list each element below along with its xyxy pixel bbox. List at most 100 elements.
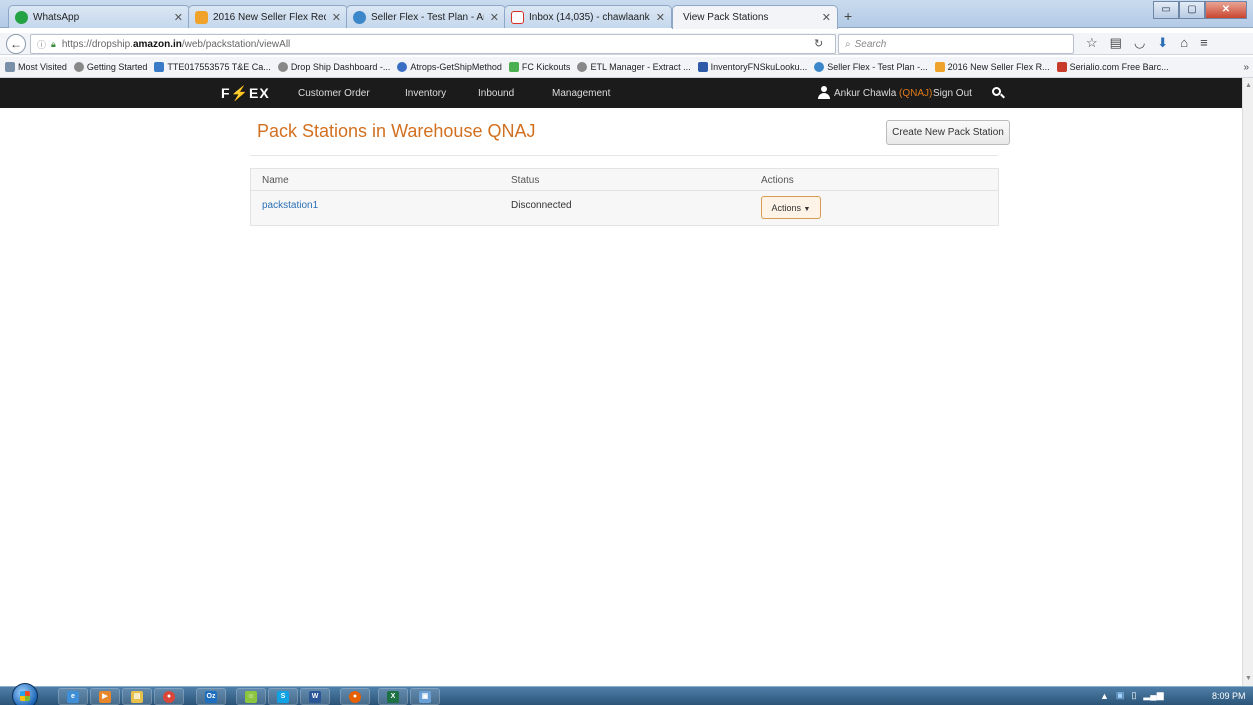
tab-inbox[interactable]: Inbox (14,035) - chawlaank... ✕ [504, 5, 672, 28]
browser-tabstrip: WhatsApp ✕ 2016 New Seller Flex Reque...… [0, 0, 1253, 29]
bookmark-star-icon[interactable]: ☆ [1086, 35, 1098, 51]
nav-inbound[interactable]: Inbound [478, 88, 514, 99]
tray-expand-icon[interactable]: ▲ [1100, 691, 1109, 701]
logo-text-left: F [221, 85, 231, 101]
scroll-up-icon[interactable]: ▲ [1245, 82, 1252, 89]
gmail-icon [511, 10, 524, 24]
download-icon[interactable]: ⬇ [1157, 35, 1168, 51]
globe-icon [577, 62, 588, 72]
tab-title: WhatsApp [33, 11, 80, 23]
nav-inventory[interactable]: Inventory [405, 88, 446, 99]
info-icon[interactable]: ⓘ [37, 38, 46, 51]
new-tab-button[interactable]: + [844, 8, 852, 24]
firefox-icon: ● [349, 690, 361, 703]
bookmark-2016-seller-flex[interactable]: 2016 New Seller Flex R... [934, 62, 1050, 72]
reading-list-icon[interactable]: ▤ [1110, 35, 1122, 51]
window-close-icon[interactable]: ✕ [1205, 1, 1247, 19]
taskbar-word[interactable]: W [300, 688, 330, 705]
close-icon[interactable]: ✕ [490, 11, 499, 24]
close-icon[interactable]: ✕ [822, 11, 831, 24]
bookmark-fc-kickouts[interactable]: FC Kickouts [508, 62, 570, 72]
bookmark-etl-manager[interactable]: ETL Manager - Extract ... [577, 62, 691, 72]
close-icon[interactable]: ✕ [656, 11, 665, 24]
close-icon[interactable]: ✕ [332, 11, 341, 24]
checkmark-icon [508, 62, 519, 72]
globe-icon [277, 62, 288, 72]
user-name[interactable]: Ankur Chawla (QNAJ) [834, 88, 932, 99]
column-header-status: Status [511, 175, 540, 186]
bookmark-label: ETL Manager - Extract ... [590, 62, 691, 72]
user-icon [818, 86, 830, 99]
page-title: Pack Stations in Warehouse QNAJ [257, 121, 536, 141]
bookmark-drop-ship-dashboard[interactable]: Drop Ship Dashboard -... [277, 62, 391, 72]
bookmark-label: Drop Ship Dashboard -... [290, 62, 391, 72]
sign-out-link[interactable]: Sign Out [933, 88, 972, 99]
tab-view-pack-stations[interactable]: View Pack Stations ✕ [672, 5, 838, 29]
lync-icon: ☺ [245, 690, 257, 703]
tray-outlook-icon[interactable]: ▣ [1116, 690, 1125, 701]
bookmark-inventory-fnsku[interactable]: InventoryFNSkuLooku... [697, 62, 807, 72]
excel-icon: X [387, 690, 399, 703]
network-signal-icon[interactable]: ▂▄▆ [1143, 690, 1163, 701]
back-icon[interactable]: ← [6, 34, 26, 54]
actions-dropdown-button[interactable]: Actions ▼ [761, 196, 821, 219]
nav-customer-order[interactable]: Customer Order [298, 88, 370, 99]
tab-test-plan[interactable]: Seller Flex - Test Plan - Am... ✕ [346, 5, 506, 28]
office-icon [934, 62, 945, 72]
tab-whatsapp[interactable]: WhatsApp ✕ [8, 5, 190, 28]
bookmarks-overflow-button[interactable]: » [1243, 62, 1249, 73]
tray-device-icon[interactable]: ▯ [1131, 690, 1136, 701]
bookmark-atrops[interactable]: Atrops-GetShipMethod [397, 62, 502, 72]
start-button[interactable] [12, 683, 38, 705]
home-icon[interactable]: ⌂ [1180, 35, 1188, 51]
scroll-down-icon[interactable]: ▼ [1245, 675, 1252, 682]
tab-seller-flex-request[interactable]: 2016 New Seller Flex Reque... ✕ [188, 5, 348, 28]
os-taskbar: e ▶ ▤ ● Oz ☺ S W ● X ▣ ▲ ▣ ▯ ▂▄▆ 8:09 PM [0, 683, 1253, 705]
menu-icon[interactable]: ≡ [1200, 35, 1208, 51]
page-scrollbar[interactable]: ▲ ▼ [1242, 78, 1253, 686]
ie-icon: e [67, 690, 79, 703]
search-icon: ⌕ [845, 38, 851, 50]
bookmark-label: Most Visited [18, 62, 67, 72]
title-divider [250, 155, 998, 156]
bookmark-tte[interactable]: TTE017553575 T&E Ca... [154, 62, 271, 72]
search-placeholder: Search [854, 38, 887, 50]
bookmark-seller-flex-test-plan[interactable]: Seller Flex - Test Plan -... [814, 62, 928, 72]
skype-icon: S [277, 690, 289, 703]
chrome-icon: ● [163, 690, 175, 703]
close-icon[interactable]: ✕ [174, 11, 183, 24]
bookmark-most-visited[interactable]: Most Visited [5, 62, 67, 72]
taskbar-lync[interactable]: ☺ [236, 688, 266, 705]
taskbar-media[interactable]: ▶ [90, 688, 120, 705]
browser-search-input[interactable]: ⌕ Search [838, 34, 1074, 54]
taskbar-remote[interactable]: ▣ [410, 688, 440, 705]
bookmark-label: Getting Started [86, 62, 148, 72]
app-logo[interactable]: F⚡EX [221, 85, 270, 102]
taskbar-ie[interactable]: e [58, 688, 88, 705]
minimize-icon[interactable]: ▭ [1153, 1, 1179, 19]
bookmark-getting-started[interactable]: Getting Started [73, 62, 148, 72]
taskbar-outlook[interactable]: Oz [196, 688, 226, 705]
create-pack-station-button[interactable]: Create New Pack Station [886, 120, 1010, 145]
word-icon: W [309, 690, 321, 703]
taskbar-clock[interactable]: 8:09 PM [1212, 691, 1246, 701]
media-icon: ▶ [99, 690, 111, 703]
window-controls: ▭ ▢ ✕ [1153, 1, 1247, 19]
nav-management[interactable]: Management [552, 88, 610, 99]
reload-icon[interactable]: ↻ [814, 37, 823, 50]
pocket-icon[interactable]: ◡ [1134, 35, 1145, 51]
taskbar-firefox[interactable]: ● [340, 688, 370, 705]
system-tray: ▲ ▣ ▯ ▂▄▆ [1100, 690, 1164, 701]
search-icon[interactable] [991, 86, 1005, 100]
bookmarks-bar: Most Visited Getting Started TTE01755357… [0, 57, 1253, 78]
pack-station-name-link[interactable]: packstation1 [262, 200, 318, 211]
globe-icon [73, 62, 84, 72]
bookmark-serialio[interactable]: Serialio.com Free Barc... [1056, 62, 1169, 72]
table-header: Name Status Actions [251, 169, 998, 191]
taskbar-chrome[interactable]: ● [154, 688, 184, 705]
url-bar[interactable]: ⓘ 🔒︎ https://dropship. amazon.in/web/pack… [30, 34, 836, 54]
taskbar-skype[interactable]: S [268, 688, 298, 705]
maximize-icon[interactable]: ▢ [1179, 1, 1205, 19]
taskbar-excel[interactable]: X [378, 688, 408, 705]
taskbar-explorer[interactable]: ▤ [122, 688, 152, 705]
